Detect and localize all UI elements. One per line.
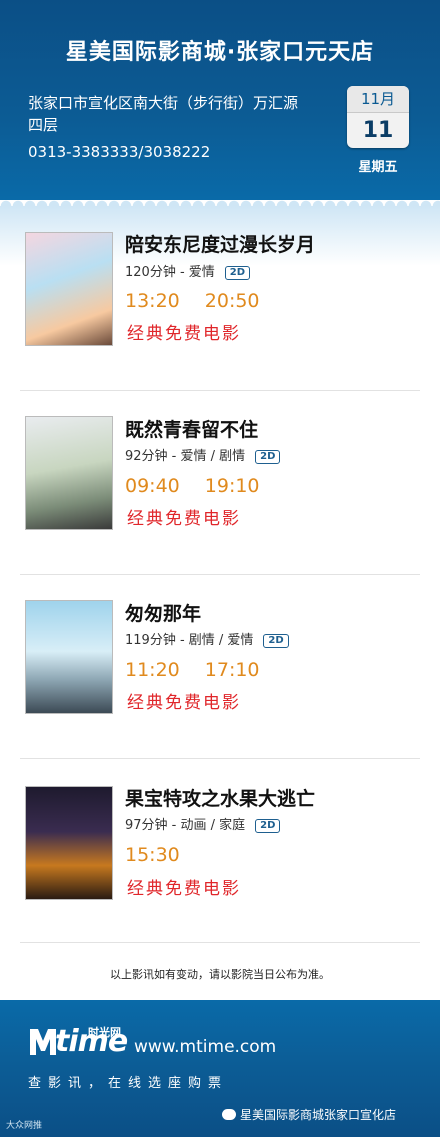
calendar-badge: 11月 11: [347, 86, 409, 148]
watermark-left: 大众网推: [6, 1121, 43, 1131]
movie-poster[interactable]: [25, 786, 113, 900]
mtime-m-icon: [30, 1029, 56, 1055]
wechat-account-name: 星美国际影商城张家口宣化店: [240, 1108, 397, 1122]
movie-duration-genre: 119分钟 - 剧情 / 爱情: [125, 633, 254, 648]
disclaimer-text: 以上影讯如有变动，请以影院当日公布为准。: [110, 968, 330, 981]
showtime[interactable]: 13:20: [125, 290, 180, 312]
footer-slogan: 查影讯，在线选座购票: [28, 1076, 229, 1091]
mtime-logo-cn: 时光网: [88, 1026, 121, 1039]
free-screening-label: 经典免费电影: [127, 324, 241, 344]
movie-card[interactable]: 果宝特攻之水果大逃亡 97分钟 - 动画 / 家庭 2D 15:30 经典免费电影: [0, 759, 440, 943]
movie-title[interactable]: 陪安东尼度过漫长岁月: [125, 230, 315, 257]
showtime[interactable]: 15:30: [125, 844, 180, 866]
movie-title[interactable]: 果宝特攻之水果大逃亡: [125, 784, 315, 811]
movie-duration-genre: 120分钟 - 爱情: [125, 265, 215, 280]
showtime[interactable]: 11:20: [125, 659, 180, 681]
format-badge: 2D: [255, 450, 281, 464]
calendar-day: 11: [362, 118, 394, 143]
showtimes: 11:20 17:10: [125, 659, 285, 681]
free-screening-label: 经典免费电影: [127, 509, 241, 529]
movie-poster[interactable]: [25, 232, 113, 346]
perforated-edge-top: [0, 194, 440, 206]
movie-duration-genre: 92分钟 - 爱情 / 剧情: [125, 449, 246, 464]
calendar-month: 11月: [347, 86, 409, 113]
format-badge: 2D: [224, 266, 251, 280]
address-line-1: 张家口市宣化区南大街（步行街）万汇源: [28, 94, 299, 112]
showtime[interactable]: 17:10: [205, 659, 260, 681]
movie-meta: 119分钟 - 剧情 / 爱情 2D: [125, 629, 289, 648]
movie-meta: 120分钟 - 爱情 2D: [125, 261, 251, 280]
mtime-url-link[interactable]: www.mtime.com: [134, 1037, 276, 1057]
free-screening-label: 经典免费电影: [127, 879, 241, 899]
movie-meta: 92分钟 - 爱情 / 剧情 2D: [125, 445, 281, 464]
movie-card[interactable]: 匆匆那年 119分钟 - 剧情 / 爱情 2D 11:20 17:10 经典免费电影: [0, 575, 440, 759]
movie-card[interactable]: 既然青春留不住 92分钟 - 爱情 / 剧情 2D 09:40 19:10 经典免费…: [0, 391, 440, 575]
showtimes: 13:20 20:50: [125, 290, 285, 312]
cinema-name: 星美国际影商城·张家口元天店: [65, 40, 375, 65]
format-badge: 2D: [255, 819, 281, 833]
address-line-2: 四层: [28, 116, 59, 134]
showtime[interactable]: 20:50: [205, 290, 260, 312]
movie-card[interactable]: 陪安东尼度过漫长岁月 120分钟 - 爱情 2D 13:20 20:50 经典免费电…: [0, 207, 440, 391]
movie-meta: 97分钟 - 动画 / 家庭 2D: [125, 814, 281, 833]
movie-poster[interactable]: [25, 600, 113, 714]
showtimes: 15:30: [125, 844, 205, 866]
movie-title[interactable]: 匆匆那年: [125, 599, 201, 626]
wechat-watermark: 星美国际影商城张家口宣化店: [222, 1106, 396, 1123]
movie-poster[interactable]: [25, 416, 113, 530]
perforated-edge-bottom: [0, 994, 440, 1006]
format-badge: 2D: [263, 634, 289, 648]
wechat-icon: [222, 1109, 236, 1120]
header: 星美国际影商城·张家口元天店 张家口市宣化区南大街（步行街）万汇源 四层 031…: [0, 0, 440, 200]
footer: time 时光网 www.mtime.com 查影讯，在线选座购票 大众网推 星…: [0, 1000, 440, 1137]
showtime[interactable]: 19:10: [205, 475, 260, 497]
movie-title[interactable]: 既然青春留不住: [125, 415, 258, 442]
free-screening-label: 经典免费电影: [127, 693, 241, 713]
cinema-address: 张家口市宣化区南大街（步行街）万汇源 四层: [28, 92, 328, 136]
movie-duration-genre: 97分钟 - 动画 / 家庭: [125, 818, 246, 833]
divider: [20, 942, 420, 943]
cinema-phone[interactable]: 0313-3383333/3038222: [28, 143, 210, 161]
calendar-weekday: 星期五: [358, 160, 398, 175]
showtimes: 09:40 19:10: [125, 475, 285, 497]
showtime[interactable]: 09:40: [125, 475, 180, 497]
